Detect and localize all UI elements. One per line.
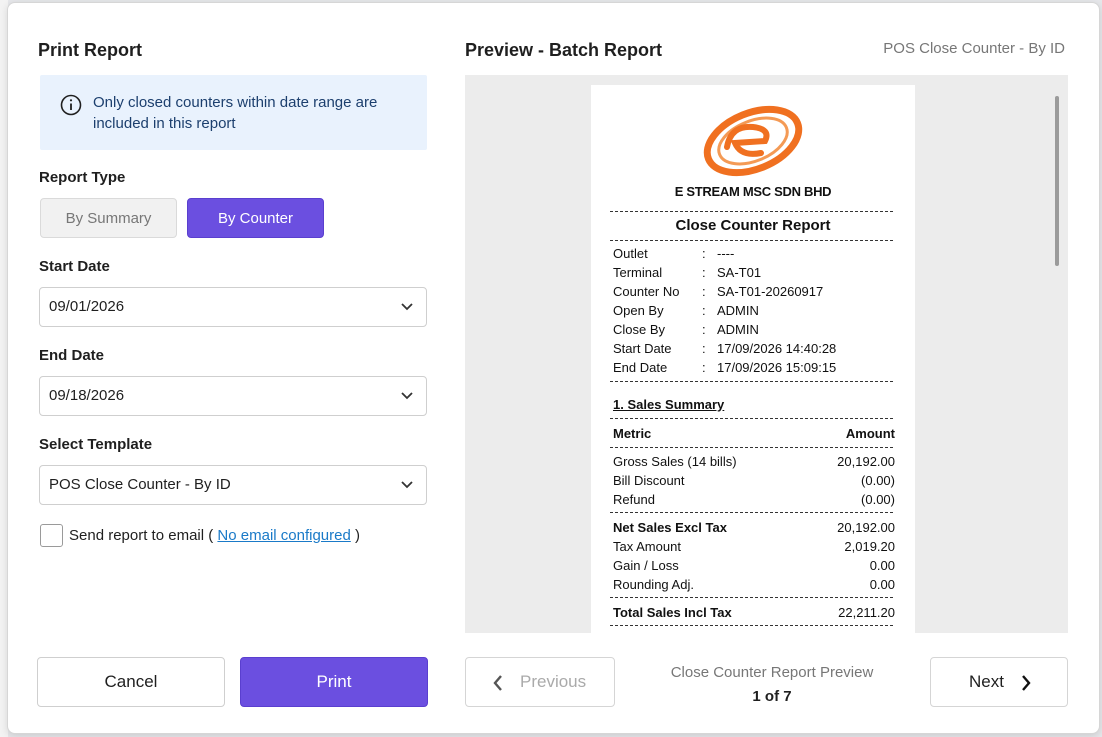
field-key: Start Date [613, 341, 672, 356]
select-template-label: Select Template [39, 436, 153, 453]
field-colon: : [702, 341, 706, 356]
divider [610, 240, 893, 241]
metric-label: Bill Discount [613, 473, 685, 488]
metric-amount: 2,019.20 [844, 539, 895, 554]
divider [610, 597, 893, 598]
chevron-down-icon [401, 481, 413, 489]
start-date-label: Start Date [39, 258, 110, 275]
field-value: 17/09/2026 14:40:28 [717, 341, 837, 356]
next-label: Next [969, 672, 1004, 691]
total-sales-label: Total Sales Incl Tax [613, 605, 732, 620]
field-colon: : [702, 322, 706, 337]
table-header-amount: Amount [845, 426, 895, 441]
company-logo [703, 105, 803, 177]
divider [610, 211, 893, 212]
receipt-page: E STREAM MSC SDN BHD Close Counter Repor… [591, 85, 915, 633]
field-key: Counter No [613, 284, 680, 299]
preview-pane[interactable]: E STREAM MSC SDN BHD Close Counter Repor… [465, 75, 1068, 633]
table-header-metric: Metric [613, 426, 652, 441]
metric-amount: (0.00) [861, 473, 895, 488]
metric-label: Rounding Adj. [613, 577, 694, 592]
chevron-down-icon [401, 392, 413, 400]
preview-title: Preview - Batch Report [465, 40, 663, 60]
metric-amount: 0.00 [869, 558, 895, 573]
field-key: Open By [613, 303, 664, 318]
info-banner: Only closed counters within date range a… [40, 75, 427, 150]
field-key: Close By [613, 322, 666, 337]
divider [610, 381, 893, 382]
field-key: Outlet [613, 246, 648, 261]
chevron-left-icon [493, 675, 502, 691]
field-key: Terminal [613, 265, 663, 280]
field-value: SA-T01 [717, 265, 762, 280]
metric-label: Tax Amount [613, 539, 681, 554]
send-email-label: Send report to email ( No email configur… [69, 527, 360, 544]
info-text: Only closed counters within date range a… [93, 94, 378, 132]
pager-count: 1 of 7 [752, 688, 792, 705]
field-colon: : [702, 360, 706, 375]
metric-label: Gross Sales (14 bills) [613, 454, 737, 469]
field-colon: : [702, 265, 706, 280]
by-counter-button[interactable]: By Counter [187, 198, 324, 238]
print-report-dialog: Print Report Only closed counters within… [7, 2, 1100, 734]
info-icon [60, 94, 82, 116]
send-email-text: Send report to email [69, 527, 205, 544]
preview-template-name: POS Close Counter - By ID [883, 40, 1065, 57]
previous-label: Previous [520, 672, 587, 691]
pager-caption: Close Counter Report Preview [670, 664, 874, 681]
receipt-title: Close Counter Report [675, 217, 831, 234]
field-colon: : [702, 246, 706, 261]
chevron-right-icon [1022, 675, 1031, 691]
start-date-value: 09/01/2026 [49, 298, 125, 315]
section-title: 1. Sales Summary [613, 397, 725, 412]
divider [610, 512, 893, 513]
metric-label: Gain / Loss [613, 558, 679, 573]
company-name: E STREAM MSC SDN BHD [674, 184, 832, 199]
net-sales-label: Net Sales Excl Tax [613, 520, 727, 535]
divider [610, 625, 893, 626]
metric-amount: (0.00) [861, 492, 895, 507]
field-value: ADMIN [717, 322, 759, 337]
field-value: ---- [717, 246, 735, 261]
metric-amount: 0.00 [869, 577, 895, 592]
print-button[interactable]: Print [240, 657, 428, 707]
next-button[interactable]: Next [930, 657, 1068, 707]
send-email-checkbox[interactable] [40, 524, 63, 547]
previous-button[interactable]: Previous [465, 657, 615, 707]
cancel-button[interactable]: Cancel [37, 657, 225, 707]
end-date-value: 09/18/2026 [49, 387, 125, 404]
chevron-down-icon [401, 303, 413, 311]
paren-close: ) [355, 527, 360, 544]
field-value: 17/09/2026 15:09:15 [717, 360, 837, 375]
start-date-picker[interactable]: 09/01/2026 [39, 287, 427, 327]
total-sales-amount: 22,211.20 [838, 605, 895, 620]
divider [610, 418, 893, 419]
divider [610, 447, 893, 448]
by-summary-button[interactable]: By Summary [40, 198, 177, 238]
metric-amount: 20,192.00 [837, 454, 895, 469]
configure-email-link[interactable]: No email configured [217, 527, 350, 544]
field-key: End Date [613, 360, 668, 375]
report-type-label: Report Type [39, 169, 126, 186]
paren-open: ( [208, 527, 214, 544]
template-select[interactable]: POS Close Counter - By ID [39, 465, 427, 505]
end-date-label: End Date [39, 347, 105, 364]
field-colon: : [702, 284, 706, 299]
end-date-picker[interactable]: 09/18/2026 [39, 376, 427, 416]
field-value: SA-T01-20260917 [717, 284, 824, 299]
preview-scrollbar[interactable] [1055, 96, 1059, 266]
metric-label: Refund [613, 492, 655, 507]
net-sales-amount: 20,192.00 [837, 520, 895, 535]
dialog-title: Print Report [38, 40, 143, 60]
template-value: POS Close Counter - By ID [49, 476, 231, 493]
field-colon: : [702, 303, 706, 318]
field-value: ADMIN [717, 303, 759, 318]
